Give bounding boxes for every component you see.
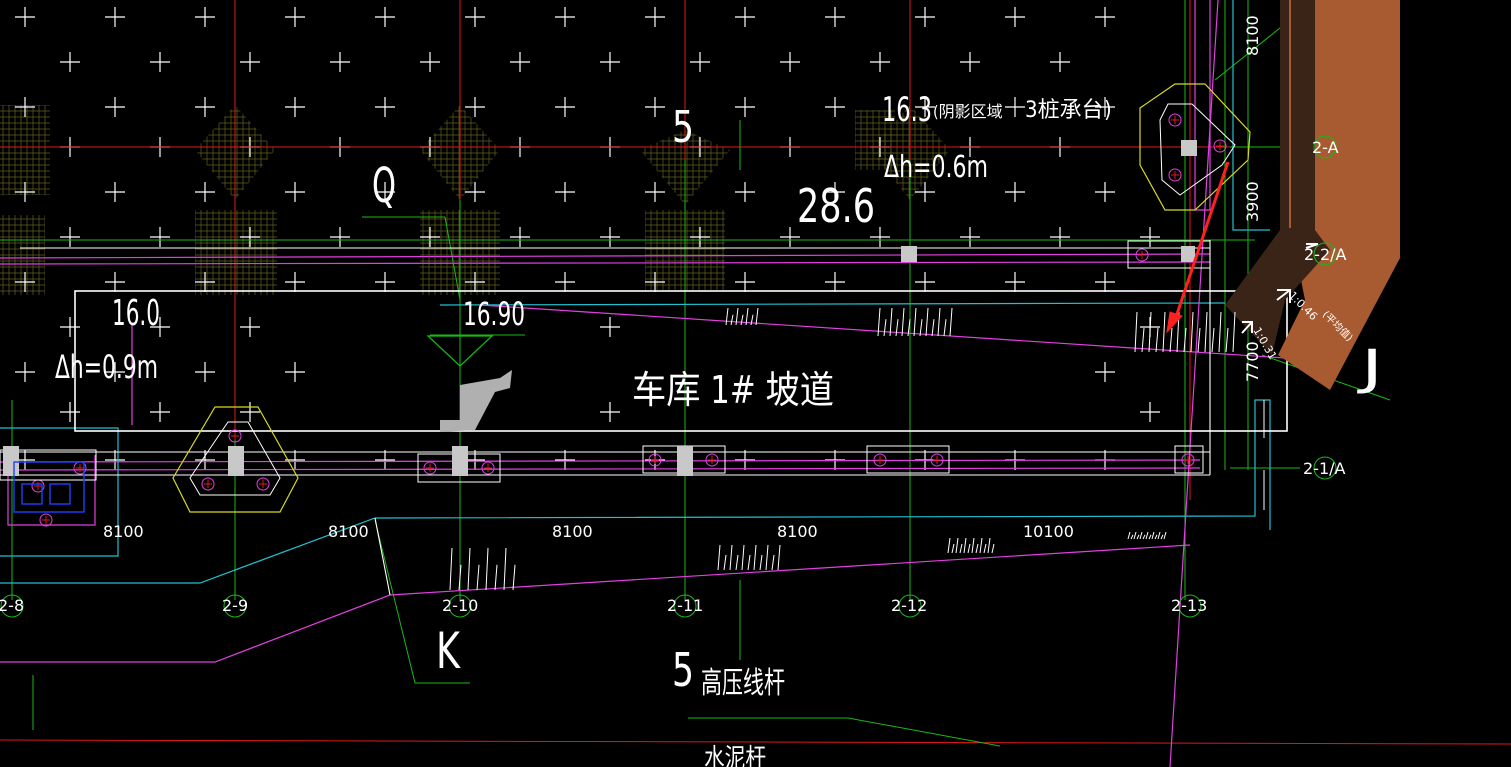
annot-28-6: 28.6 xyxy=(797,179,875,233)
annot-dh-left: Δh=0.9m xyxy=(55,348,158,386)
axis-label-2-A: 2-A xyxy=(1312,138,1339,157)
dim-v-3900: 3900 xyxy=(1243,181,1262,222)
annot-pile-cap: 3桩承台 xyxy=(1025,98,1104,123)
annot-paren-close: ) xyxy=(1104,98,1112,123)
annot-shadow-area: (阴影区域 xyxy=(933,102,1003,121)
annot-cement-pole: 水泥杆 xyxy=(704,744,766,767)
annot-16-3: 16.3 xyxy=(882,90,932,130)
dim-8100-2: 8100 xyxy=(328,522,369,541)
annot-num-5-bottom: 5 xyxy=(672,643,694,697)
axis-label-2-13: 2-13 xyxy=(1171,596,1207,615)
axis-label-2-11: 2-11 xyxy=(667,596,703,615)
annot-letter-k: K xyxy=(436,622,461,680)
annot-16-90: 16.90 xyxy=(463,295,525,333)
axis-label-2-9: 2-9 xyxy=(222,596,248,615)
dim-8100-3: 8100 xyxy=(552,522,593,541)
dim-8100-1: 8100 xyxy=(103,522,144,541)
axis-label-2-10: 2-10 xyxy=(442,596,478,615)
cad-drawing-canvas[interactable]: 2-8 2-9 2-10 2-11 2-12 2-13 2-A 2-2/A 2-… xyxy=(0,0,1511,767)
dim-10100: 10100 xyxy=(1023,522,1074,541)
dim-v-7700: 7700 xyxy=(1243,341,1262,382)
dim-8100-4: 8100 xyxy=(777,522,818,541)
axis-label-2-12: 2-12 xyxy=(891,596,927,615)
annot-letter-q: Q xyxy=(372,158,396,214)
axis-label-2-8: 2-8 xyxy=(0,596,24,615)
annot-hv-pole: 高压线杆 xyxy=(701,666,785,701)
axis-label-2-2A: 2-2/A xyxy=(1304,245,1347,264)
dim-v-8100: 8100 xyxy=(1243,15,1262,56)
axis-label-2-1A: 2-1/A xyxy=(1303,459,1346,478)
annot-garage-ramp: 车库 1# 坡道 xyxy=(632,368,834,412)
annot-num-5-top: 5 xyxy=(672,102,694,153)
annot-16-0: 16.0 xyxy=(112,293,160,334)
annot-dh-top: Δh=0.6m xyxy=(884,150,988,185)
